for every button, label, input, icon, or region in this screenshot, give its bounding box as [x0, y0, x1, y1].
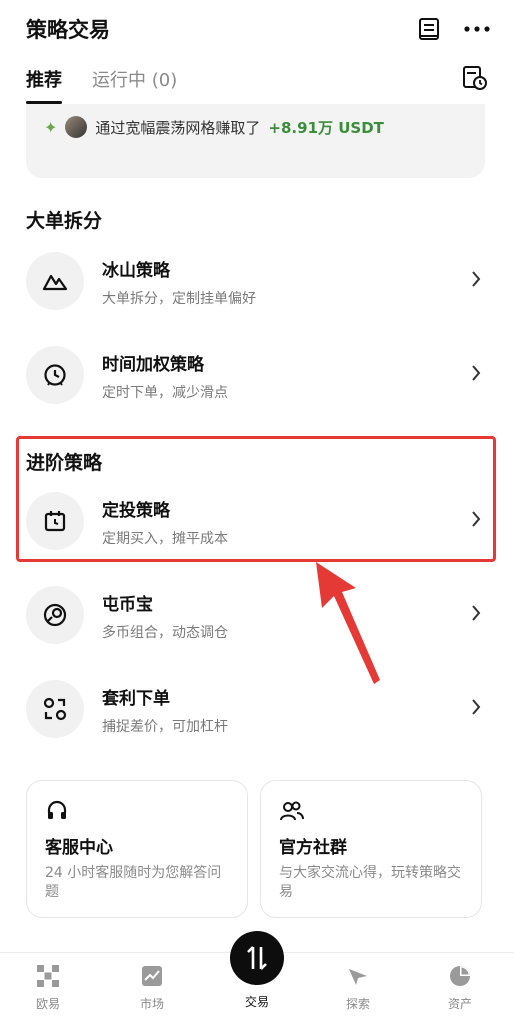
card-desc: 24 小时客服随时为您解答问题: [45, 865, 222, 900]
card-title: 官方社群: [279, 838, 347, 858]
promo-banner[interactable]: ✦ 通过宽幅震荡网格赚取了 +8.91万 USDT: [26, 104, 485, 178]
chevron-right-icon: [470, 604, 482, 626]
nav-item-okx[interactable]: 欧易: [8, 963, 88, 1012]
card-desc: 与大家交流心得，玩转策略交易: [279, 865, 461, 900]
chevron-right-icon: [470, 364, 482, 386]
history-icon[interactable]: [462, 64, 488, 90]
item-name: 套利下单: [102, 689, 170, 709]
compass-icon: [318, 963, 398, 989]
nav-item-trade[interactable]: 交易: [217, 993, 297, 1010]
promo-text: 通过宽幅震荡网格赚取了: [95, 118, 261, 137]
tab-running[interactable]: 运行中 (0): [92, 66, 177, 104]
tab-bar: 推荐 运行中 (0): [26, 66, 177, 104]
section-heading-large-order: 大单拆分: [26, 210, 103, 232]
nav-label: 交易: [244, 995, 269, 1009]
item-name: 冰山策略: [102, 261, 170, 281]
avatar: [65, 116, 88, 138]
community-card[interactable]: 官方社群 与大家交流心得，玩转策略交易: [260, 780, 482, 918]
coin-icon: [26, 586, 84, 644]
chart-icon: [112, 963, 192, 989]
nav-label: 市场: [139, 997, 164, 1011]
item-name: 屯币宝: [102, 595, 153, 615]
item-desc: 定时下单，减少滑点: [102, 385, 228, 401]
nav-item-explore[interactable]: 探索: [318, 963, 398, 1012]
document-icon[interactable]: [416, 16, 442, 42]
clock-icon: [26, 346, 84, 404]
mountain-icon: [26, 252, 84, 310]
strategy-item-arbitrage[interactable]: 套利下单 捕捉差价，可加杠杆: [26, 680, 488, 744]
pie-icon: [420, 963, 500, 989]
nav-label: 欧易: [35, 997, 60, 1011]
item-desc: 捕捉差价，可加杠杆: [102, 719, 228, 735]
item-desc: 大单拆分，定制挂单偏好: [102, 291, 256, 307]
nav-label: 探索: [345, 997, 370, 1011]
highlight-box: [16, 436, 496, 562]
strategy-item-coin-bundle[interactable]: 屯币宝 多币组合，动态调仓: [26, 586, 488, 650]
strategy-item-iceberg[interactable]: 冰山策略 大单拆分，定制挂单偏好: [26, 252, 488, 316]
headset-icon: [45, 799, 229, 823]
more-icon[interactable]: [464, 16, 490, 42]
sparkle-icon: ✦: [44, 117, 58, 137]
trade-icon[interactable]: [230, 931, 284, 985]
item-name: 时间加权策略: [102, 355, 204, 375]
customer-service-card[interactable]: 客服中心 24 小时客服随时为您解答问题: [26, 780, 248, 918]
top-bar: 策略交易: [0, 0, 514, 60]
chevron-right-icon: [470, 270, 482, 292]
nav-item-assets[interactable]: 资产: [420, 963, 500, 1012]
top-actions: [416, 16, 490, 42]
nav-label: 资产: [447, 997, 472, 1011]
arbitrage-icon: [26, 680, 84, 738]
promo-amount: +8.91万 USDT: [268, 118, 384, 137]
tab-recommended[interactable]: 推荐: [26, 66, 62, 104]
chevron-right-icon: [470, 698, 482, 720]
nav-item-market[interactable]: 市场: [112, 963, 192, 1012]
page-title: 策略交易: [26, 18, 110, 42]
logo-icon: [8, 963, 88, 989]
strategy-item-twap[interactable]: 时间加权策略 定时下单，减少滑点: [26, 346, 488, 410]
item-desc: 多币组合，动态调仓: [102, 625, 228, 641]
card-title: 客服中心: [45, 838, 113, 858]
annotation-arrow-icon: [316, 562, 380, 684]
community-icon: [279, 799, 463, 823]
help-cards: 客服中心 24 小时客服随时为您解答问题 官方社群 与大家交流心得，玩转策略交易: [26, 780, 482, 918]
bottom-nav: 欧易 市场 交易 探索 资产: [0, 931, 514, 1027]
